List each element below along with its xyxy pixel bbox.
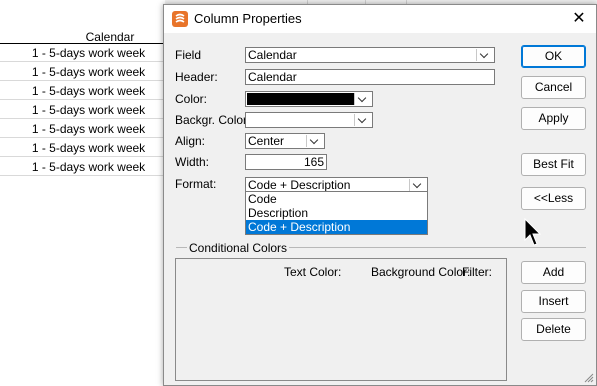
chevron-down-icon[interactable] <box>354 114 371 126</box>
dialog-titlebar[interactable]: Column Properties ✕ <box>164 5 596 33</box>
chevron-down-icon[interactable] <box>409 179 426 191</box>
ok-button[interactable]: OK <box>521 45 586 68</box>
less-button[interactable]: <<Less <box>521 187 586 210</box>
table-row[interactable]: 1 - 5-days work week <box>0 63 165 81</box>
field-dropdown[interactable]: Calendar <box>245 47 495 63</box>
column-header-calendar[interactable]: Calendar <box>0 30 165 44</box>
insert-button[interactable]: Insert <box>521 290 586 313</box>
backgr-color-label: Backgr. Color: <box>175 113 251 127</box>
field-value: Calendar <box>248 48 297 62</box>
field-label: Field <box>175 48 202 62</box>
background-color-header: Background Color: <box>371 265 471 279</box>
format-option-code[interactable]: Code <box>246 192 427 206</box>
chevron-down-icon[interactable] <box>306 135 323 147</box>
best-fit-button[interactable]: Best Fit <box>521 153 586 176</box>
width-label: Width: <box>175 155 210 169</box>
app-icon <box>172 11 188 27</box>
align-label: Align: <box>175 134 206 148</box>
table-row[interactable]: 1 - 5-days work week <box>0 82 165 100</box>
header-value: Calendar <box>248 70 297 84</box>
table-row[interactable]: 1 - 5-days work week <box>0 139 165 157</box>
width-input[interactable]: 165 <box>245 154 327 170</box>
table-row[interactable]: 1 - 5-days work week <box>0 158 165 176</box>
dialog-title: Column Properties <box>194 11 302 26</box>
delete-button[interactable]: Delete <box>521 318 586 341</box>
add-button[interactable]: Add <box>521 261 586 284</box>
format-label: Format: <box>175 177 217 191</box>
color-swatch <box>247 93 355 105</box>
backgr-color-dropdown[interactable] <box>245 112 373 128</box>
format-options-list[interactable]: Code Description Code + Description <box>245 191 428 235</box>
format-value: Code + Description <box>248 178 351 192</box>
header-input[interactable]: Calendar <box>245 69 495 85</box>
table-row[interactable]: 1 - 5-days work week <box>0 44 165 62</box>
resize-grip-icon[interactable] <box>584 373 594 383</box>
cancel-button[interactable]: Cancel <box>521 76 586 99</box>
apply-button[interactable]: Apply <box>521 107 586 130</box>
conditional-colors-list[interactable]: Text Color: Background Color: Filter: <box>175 258 507 381</box>
align-dropdown[interactable]: Center <box>245 133 325 149</box>
conditional-colors-title: Conditional Colors <box>187 241 290 255</box>
text-color-header: Text Color: <box>284 265 342 279</box>
table-row[interactable]: 1 - 5-days work week <box>0 101 165 119</box>
backgr-color-swatch <box>247 114 355 126</box>
filter-header: Filter: <box>462 265 492 279</box>
column-properties-dialog: Column Properties ✕ Field Calendar Heade… <box>163 4 597 386</box>
chevron-down-icon[interactable] <box>354 93 371 105</box>
chevron-down-icon[interactable] <box>476 49 493 61</box>
close-icon[interactable]: ✕ <box>562 5 596 33</box>
format-option-code-description[interactable]: Code + Description <box>246 220 427 234</box>
width-value: 165 <box>303 155 324 169</box>
align-value: Center <box>248 134 285 148</box>
mouse-pointer-icon <box>524 218 542 246</box>
header-label: Header: <box>175 70 218 84</box>
format-option-description[interactable]: Description <box>246 206 427 220</box>
color-label: Color: <box>175 92 208 106</box>
color-dropdown[interactable] <box>245 91 373 107</box>
table-row[interactable]: 1 - 5-days work week <box>0 120 165 138</box>
